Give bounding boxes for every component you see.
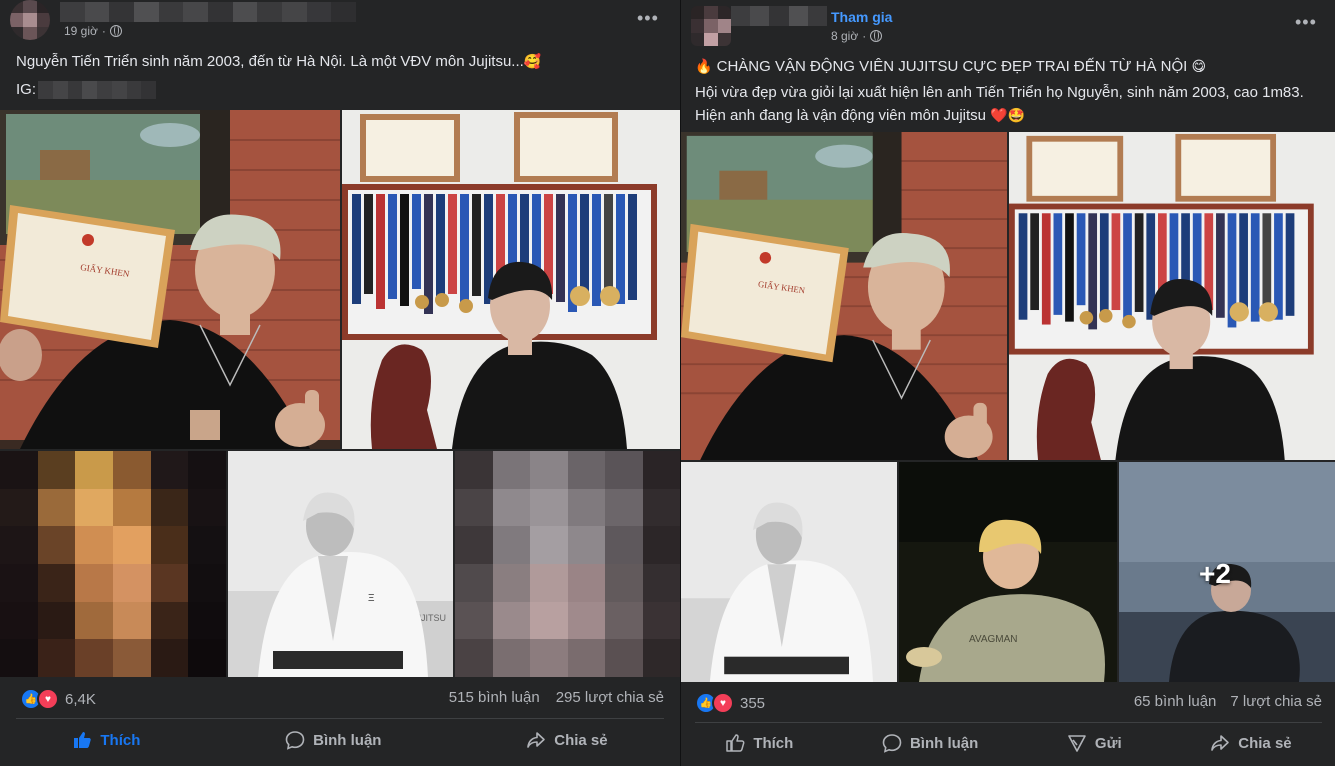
comment-count[interactable]: 515 bình luận [449, 689, 540, 706]
more-dots-icon[interactable]: ••• [637, 8, 659, 29]
post-headline: 🔥 CHÀNG VẬN ĐỘNG VIÊN JUJITSU CỰC ĐẸP TR… [695, 55, 1325, 78]
blurred-author-name[interactable] [60, 2, 356, 22]
smiling-hearts-emoji: 🥰 [523, 53, 542, 69]
post-time[interactable]: 8 giờ [831, 29, 858, 43]
comment-count[interactable]: 65 bình luận [1134, 693, 1217, 710]
right-post: Tham gia 8 giờ · ••• 🔥 CHÀNG VẬN ĐỘNG VI… [680, 0, 1335, 766]
left-post: 19 giờ · ••• Nguyễn Tiến Triển sinh năm … [0, 0, 680, 766]
globe-icon [870, 30, 883, 42]
photo-certificate[interactable]: GIẤY KHEN [681, 132, 1007, 460]
post-body: Hội vừa đẹp vừa giỏi lại xuất hiện lên a… [695, 84, 1304, 124]
post-time[interactable]: 19 giờ [64, 24, 98, 38]
send-button[interactable]: Gửi [1051, 727, 1138, 759]
more-photos-count[interactable]: +2 [1199, 558, 1231, 590]
heart-emoji: ❤️ [990, 107, 1008, 123]
share-button[interactable]: Chia sẻ [1194, 727, 1307, 759]
share-count[interactable]: 7 lượt chia sẻ [1230, 693, 1322, 710]
photo-medals[interactable] [342, 110, 680, 449]
reactions-summary[interactable]: 👍 ♥ 6,4K [20, 688, 96, 710]
comment-button[interactable]: Bình luận [269, 724, 397, 756]
photo-blurred-1[interactable] [0, 451, 226, 677]
photo-blurred-2[interactable] [455, 451, 680, 677]
like-button[interactable]: Thích [709, 727, 809, 759]
divider [695, 722, 1322, 723]
reactions-summary[interactable]: 👍 ♥ 355 [695, 692, 765, 714]
like-button[interactable]: Thích [56, 724, 156, 756]
photo-dark-jacket[interactable]: +2 [1119, 462, 1335, 682]
send-icon [1068, 735, 1086, 752]
share-button[interactable]: Chia sẻ [510, 724, 623, 756]
share-icon [527, 732, 546, 748]
like-icon [726, 734, 745, 752]
photo-medals[interactable] [1009, 132, 1335, 460]
photo-jujitsu-uniform[interactable] [681, 462, 897, 682]
blurred-group-name[interactable] [731, 6, 827, 26]
join-group-link[interactable]: Tham gia [831, 9, 892, 25]
comment-button[interactable]: Bình luận [866, 727, 994, 759]
blurred-ig-handle [38, 81, 157, 99]
action-bar: Thích Bình luận Gửi Chia sẻ [681, 725, 1335, 761]
post-header: Tham gia 8 giờ · ••• [681, 0, 1335, 48]
post-header: 19 giờ · ••• [0, 0, 680, 48]
blurred-group-avatar[interactable] [691, 6, 731, 46]
fire-emoji: 🔥 [695, 58, 713, 74]
ig-line: IG: [16, 79, 666, 101]
divider [16, 718, 664, 719]
post-caption: Nguyễn Tiến Triển sinh năm 2003, đến từ … [16, 50, 666, 73]
star-eyes-emoji: 🤩 [1007, 107, 1026, 123]
svg-text:Ξ: Ξ [368, 593, 375, 604]
love-icon: ♥ [712, 692, 734, 714]
engagement-counts: 515 bình luận 295 lượt chia sẻ [449, 689, 664, 706]
comment-icon [882, 734, 902, 753]
more-dots-icon[interactable]: ••• [1295, 12, 1317, 33]
comment-icon [285, 731, 305, 750]
engagement-counts: 65 bình luận 7 lượt chia sẻ [1134, 693, 1322, 710]
svg-text:AVAGMAN: AVAGMAN [969, 634, 1018, 645]
blurred-avatar[interactable] [10, 0, 50, 40]
action-bar: Thích Bình luận Chia sẻ [0, 722, 680, 758]
share-icon [1211, 735, 1230, 751]
globe-icon [109, 25, 122, 37]
photo-certificate[interactable]: GIẤY KHEN [0, 110, 340, 449]
post-meta: 19 giờ · [64, 24, 122, 38]
like-icon [74, 732, 92, 748]
share-count[interactable]: 295 lượt chia sẻ [556, 689, 664, 706]
love-icon: ♥ [37, 688, 59, 710]
yum-emoji: 😋 [1191, 58, 1207, 74]
post-meta: 8 giờ · [831, 29, 883, 43]
photo-sweater-night[interactable]: AVAGMAN [899, 462, 1117, 682]
photo-jujitsu-uniform[interactable]: JUJITSU Ξ [228, 451, 453, 677]
